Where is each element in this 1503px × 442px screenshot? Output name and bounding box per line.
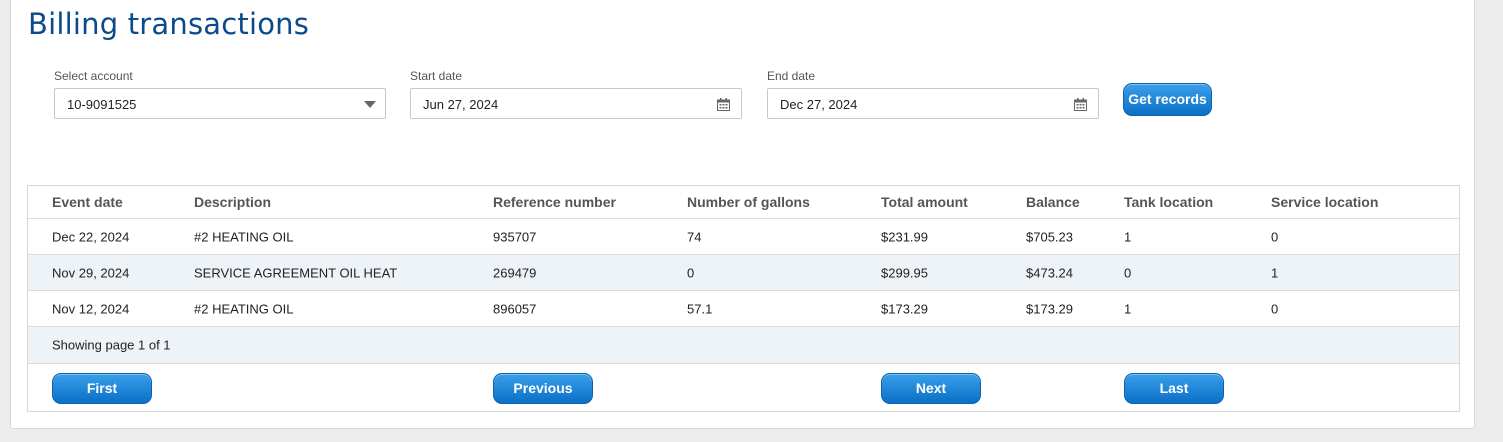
- column-header[interactable]: Reference number: [493, 194, 616, 210]
- account-value: 10-9091525: [67, 97, 137, 112]
- table-header-row: Event date Description Reference number …: [28, 186, 1459, 219]
- previous-page-button[interactable]: Previous: [493, 373, 593, 404]
- start-date-label: Start date: [410, 69, 463, 83]
- gallons-cell: 74: [687, 229, 702, 244]
- description-cell: SERVICE AGREEMENT OIL HEAT: [194, 265, 398, 280]
- end-date-label: End date: [767, 69, 816, 83]
- get-records-button[interactable]: Get records: [1123, 83, 1212, 116]
- calendar-icon[interactable]: [1074, 98, 1087, 111]
- event-date-cell: Nov 12, 2024: [52, 301, 130, 316]
- page-info-row: Showing page 1 of 1: [28, 327, 1459, 364]
- table-row: Dec 22, 2024 #2 HEATING OIL 935707 74 $2…: [28, 219, 1459, 255]
- total-amount-cell: $231.99: [881, 229, 928, 244]
- table-row: Nov 12, 2024 #2 HEATING OIL 896057 57.1 …: [28, 291, 1459, 327]
- column-header[interactable]: Number of gallons: [687, 194, 810, 210]
- total-amount-cell: $299.95: [881, 265, 928, 280]
- tank-location-cell: 1: [1124, 229, 1132, 244]
- gallons-cell: 57.1: [687, 301, 713, 316]
- table-row: Nov 29, 2024 SERVICE AGREEMENT OIL HEAT …: [28, 255, 1459, 291]
- total-amount-cell: $173.29: [881, 301, 928, 316]
- balance-cell: $705.23: [1026, 229, 1073, 244]
- first-page-button[interactable]: First: [52, 373, 152, 404]
- end-date-input[interactable]: Dec 27, 2024: [767, 88, 1099, 119]
- billing-card: Billing transactions Select account 10-9…: [10, 0, 1475, 429]
- start-date-value: Jun 27, 2024: [423, 97, 499, 112]
- page-info: Showing page 1 of 1: [52, 337, 171, 353]
- tank-location-cell: 0: [1124, 265, 1132, 280]
- next-page-button[interactable]: Next: [881, 373, 981, 404]
- gallons-cell: 0: [687, 265, 695, 280]
- column-header[interactable]: Event date: [52, 194, 123, 210]
- start-date-input[interactable]: Jun 27, 2024: [410, 88, 742, 119]
- reference-cell: 269479: [493, 265, 537, 280]
- tank-location-cell: 1: [1124, 301, 1132, 316]
- calendar-icon[interactable]: [717, 98, 730, 111]
- description-cell: #2 HEATING OIL: [194, 229, 294, 244]
- description-cell: #2 HEATING OIL: [194, 301, 294, 316]
- account-select[interactable]: 10-9091525: [54, 88, 386, 119]
- last-page-button[interactable]: Last: [1124, 373, 1224, 404]
- account-label: Select account: [54, 69, 133, 83]
- page-title: Billing transactions: [28, 7, 310, 41]
- chevron-down-icon: [364, 101, 376, 108]
- column-header[interactable]: Total amount: [881, 194, 968, 210]
- balance-cell: $473.24: [1026, 265, 1073, 280]
- service-location-cell: 1: [1271, 265, 1279, 280]
- end-date-value: Dec 27, 2024: [780, 97, 858, 112]
- column-header[interactable]: Tank location: [1124, 194, 1213, 210]
- transactions-table: Event date Description Reference number …: [27, 185, 1460, 412]
- balance-cell: $173.29: [1026, 301, 1073, 316]
- column-header[interactable]: Balance: [1026, 194, 1080, 210]
- reference-cell: 896057: [493, 301, 537, 316]
- event-date-cell: Nov 29, 2024: [52, 265, 130, 280]
- service-location-cell: 0: [1271, 301, 1279, 316]
- column-header[interactable]: Description: [194, 194, 271, 210]
- service-location-cell: 0: [1271, 229, 1279, 244]
- pagination: First Previous Next Last: [28, 364, 1459, 412]
- column-header[interactable]: Service location: [1271, 194, 1378, 210]
- reference-cell: 935707: [493, 229, 537, 244]
- event-date-cell: Dec 22, 2024: [52, 229, 130, 244]
